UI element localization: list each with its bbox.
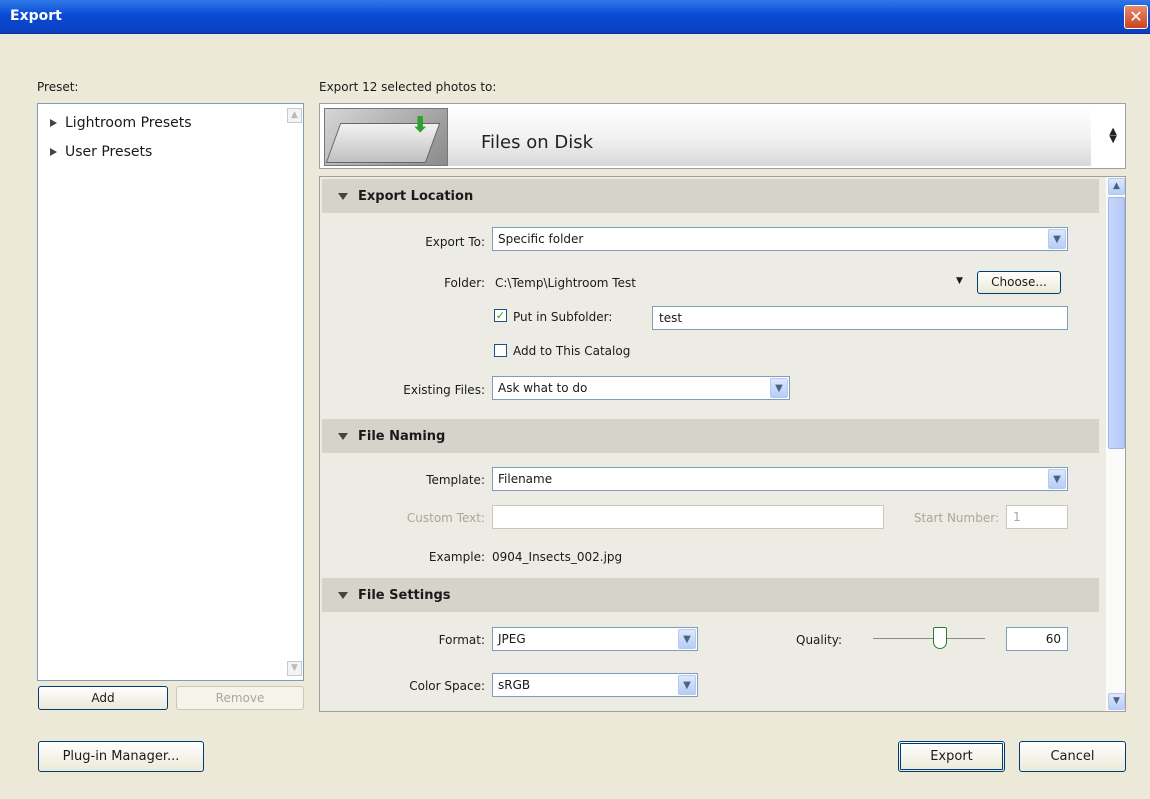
choose-folder-button[interactable]: Choose... [977,271,1061,294]
start-number-input[interactable]: 1 [1006,505,1068,529]
existing-files-select[interactable]: Ask what to do ▼ [492,376,790,400]
quality-label: Quality: [796,633,843,647]
scroll-up-icon[interactable]: ▲ [287,108,302,123]
window-title: Export [10,8,62,24]
add-to-catalog-label: Add to This Catalog [513,344,631,358]
custom-text-input[interactable] [492,505,884,529]
cancel-button[interactable]: Cancel [1019,741,1126,772]
scroll-down-icon[interactable]: ▼ [287,661,302,676]
hard-disk-icon: ⬇ [324,108,448,166]
format-value: JPEG [498,632,526,646]
quality-slider-thumb[interactable] [933,627,948,649]
scroll-up-icon[interactable]: ▲ [1108,178,1125,195]
example-value: 0904_Insects_002.jpg [492,550,623,564]
chevron-down-icon[interactable]: ▼ [1048,229,1066,249]
preset-item-user[interactable]: User Presets [50,144,152,160]
section-title: Export Location [358,189,474,204]
export-to-select[interactable]: Specific folder ▼ [492,227,1068,251]
color-space-select[interactable]: sRGB ▼ [492,673,698,697]
format-select[interactable]: JPEG ▼ [492,627,698,651]
preset-item-label: Lightroom Presets [65,115,192,131]
scroll-thumb[interactable] [1108,197,1125,449]
template-select[interactable]: Filename ▼ [492,467,1068,491]
export-to-value: Specific folder [498,232,584,246]
collapse-triangle-icon[interactable] [338,193,348,200]
existing-files-value: Ask what to do [498,381,588,395]
preset-item-label: User Presets [65,144,153,160]
custom-text-label: Custom Text: [406,511,485,525]
format-label: Format: [438,633,485,647]
chevron-down-icon[interactable]: ▼ [678,675,696,695]
preset-item-lightroom[interactable]: Lightroom Presets [50,115,192,131]
preset-label: Preset: [37,80,79,94]
put-in-subfolder-checkbox[interactable]: ✓ [494,309,507,322]
color-space-label: Color Space: [409,679,485,693]
add-preset-button[interactable]: Add [38,686,168,710]
start-number-label: Start Number: [913,511,999,525]
quality-input[interactable]: 60 [1006,627,1068,651]
chevron-down-icon[interactable]: ▼ [1048,469,1066,489]
section-header-export-location[interactable]: Export Location [322,179,1099,213]
remove-preset-button[interactable]: Remove [176,686,304,710]
expand-triangle-icon[interactable] [50,148,57,156]
folder-path: C:\Temp\Lightroom Test [495,276,636,290]
quality-slider-track[interactable] [873,638,985,639]
section-title: File Settings [358,588,451,603]
up-down-arrows-icon[interactable]: ▲ ▼ [1109,127,1117,145]
section-header-file-settings[interactable]: File Settings [322,578,1099,612]
chevron-down-icon[interactable]: ▼ [678,629,696,649]
existing-files-label: Existing Files: [403,383,485,397]
expand-triangle-icon[interactable] [50,119,57,127]
title-bar: Export ✕ [0,0,1150,34]
destination-selector[interactable]: ⬇ Files on Disk ▲ ▼ [319,103,1126,169]
close-icon: ✕ [1129,7,1143,26]
close-button[interactable]: ✕ [1124,5,1148,29]
scroll-down-icon[interactable]: ▼ [1108,693,1125,710]
section-header-file-naming[interactable]: File Naming [322,419,1099,453]
subfolder-input[interactable]: test [652,306,1068,330]
preset-scrollbar[interactable]: ▲ ▼ [286,104,303,680]
destination-value: Files on Disk [481,132,594,153]
chevron-down-icon[interactable]: ▼ [770,378,788,398]
plugin-manager-button[interactable]: Plug-in Manager... [38,741,204,772]
export-button[interactable]: Export [898,741,1005,772]
folder-label: Folder: [444,276,485,290]
template-label: Template: [426,473,485,487]
add-to-catalog-checkbox[interactable] [494,344,507,357]
settings-panel: Export Location Export To: Specific fold… [319,176,1126,712]
folder-history-dropdown-icon[interactable]: ▼ [956,276,963,286]
template-value: Filename [498,472,553,486]
section-title: File Naming [358,429,446,444]
export-to-label: Export To: [425,235,485,249]
collapse-triangle-icon[interactable] [338,592,348,599]
destination-label: Export 12 selected photos to: [319,80,497,94]
preset-list[interactable]: Lightroom Presets User Presets ▲ ▼ [37,103,304,681]
put-in-subfolder-label: Put in Subfolder: [513,310,613,324]
settings-scrollbar[interactable]: ▲ ▼ [1105,177,1125,711]
example-label: Example: [428,550,485,564]
collapse-triangle-icon[interactable] [338,433,348,440]
color-space-value: sRGB [498,678,531,692]
